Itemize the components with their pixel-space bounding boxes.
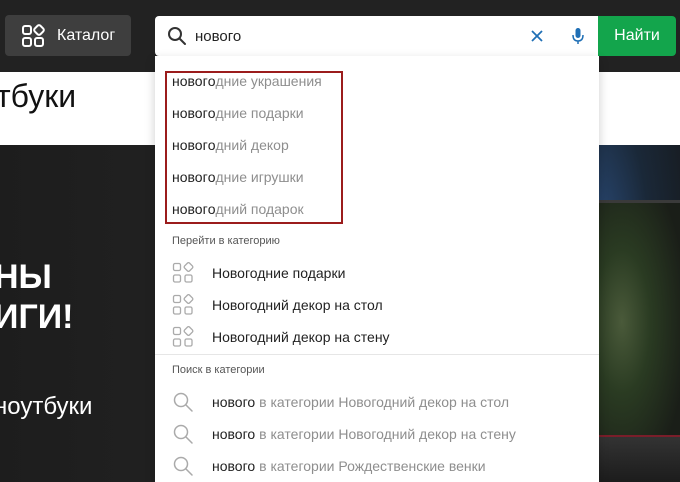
catalog-button-label: Каталог — [57, 26, 116, 44]
banner-subtitle: ноутбуки — [0, 393, 93, 420]
suggestion-typed: новогo — [172, 73, 216, 89]
search-in-rest: в категории Новогодний декор на стол — [259, 394, 510, 410]
category-grid-icon — [172, 326, 194, 347]
search-icon — [173, 424, 193, 444]
suggestion-item[interactable]: новогoдние игрушки — [172, 165, 304, 189]
search-input[interactable] — [195, 16, 525, 56]
suggestion-typed: новогo — [172, 137, 216, 153]
suggestion-typed: новогo — [172, 169, 216, 185]
suggestion-item[interactable]: новогoдний подарок — [172, 197, 304, 221]
mic-icon[interactable] — [571, 27, 585, 45]
find-button-label: Найти — [614, 27, 660, 44]
catalog-button[interactable]: Каталог — [5, 15, 131, 56]
search-in-category-item[interactable]: нового в категории Новогодний декор на с… — [172, 422, 516, 446]
suggestion-item[interactable]: новогoдние украшения — [172, 69, 322, 93]
search-in-typed: нового — [212, 394, 256, 410]
find-button[interactable]: Найти — [598, 16, 676, 56]
banner-headline-line1: НЫ — [0, 258, 52, 296]
category-item-label: Новогодние подарки — [212, 265, 346, 281]
section-divider — [155, 354, 599, 355]
search-in-category-item[interactable]: нового в категории Новогодний декор на с… — [172, 390, 509, 414]
search-in-rest: в категории Новогодний декор на стену — [259, 426, 516, 442]
search-in-section-label: Поиск в категории — [172, 364, 265, 376]
catalog-grid-icon — [22, 23, 45, 47]
category-grid-icon — [172, 294, 194, 315]
category-item[interactable]: Новогодний декор на стену — [172, 325, 390, 349]
category-item[interactable]: Новогодние подарки — [172, 261, 345, 285]
search-suggestions-dropdown: новогoдние украшения новогoдние подарки … — [155, 56, 599, 482]
search-icon — [173, 456, 193, 476]
suggestion-rest: дние подарки — [215, 105, 304, 121]
suggestion-rest: дний декор — [215, 137, 289, 153]
category-grid-icon — [172, 262, 194, 283]
suggestion-typed: новогo — [172, 201, 216, 217]
search-box — [155, 16, 599, 56]
suggestion-rest: дний подарок — [215, 201, 304, 217]
suggestion-item[interactable]: новогoдний декор — [172, 133, 289, 157]
search-in-typed: нового — [212, 458, 256, 474]
search-icon — [168, 27, 186, 45]
suggestion-rest: дние украшения — [215, 73, 322, 89]
suggestion-typed: новогo — [172, 105, 216, 121]
search-in-rest: в категории Рождественские венки — [259, 458, 486, 474]
search-in-typed: нового — [212, 426, 256, 442]
categories-section-label: Перейти в категорию — [172, 235, 280, 247]
category-item-label: Новогодний декор на стол — [212, 297, 383, 313]
category-item[interactable]: Новогодний декор на стол — [172, 293, 383, 317]
category-item-label: Новогодний декор на стену — [212, 329, 390, 345]
banner-headline-line2: ИГИ! — [0, 298, 74, 336]
suggestion-rest: дние игрушки — [215, 169, 304, 185]
clear-icon[interactable] — [530, 29, 544, 43]
suggestion-item[interactable]: новогoдние подарки — [172, 101, 304, 125]
search-icon — [173, 392, 193, 412]
search-in-category-item[interactable]: нового в категории Рождественские венки — [172, 454, 486, 478]
page-title: тбуки — [0, 78, 77, 114]
